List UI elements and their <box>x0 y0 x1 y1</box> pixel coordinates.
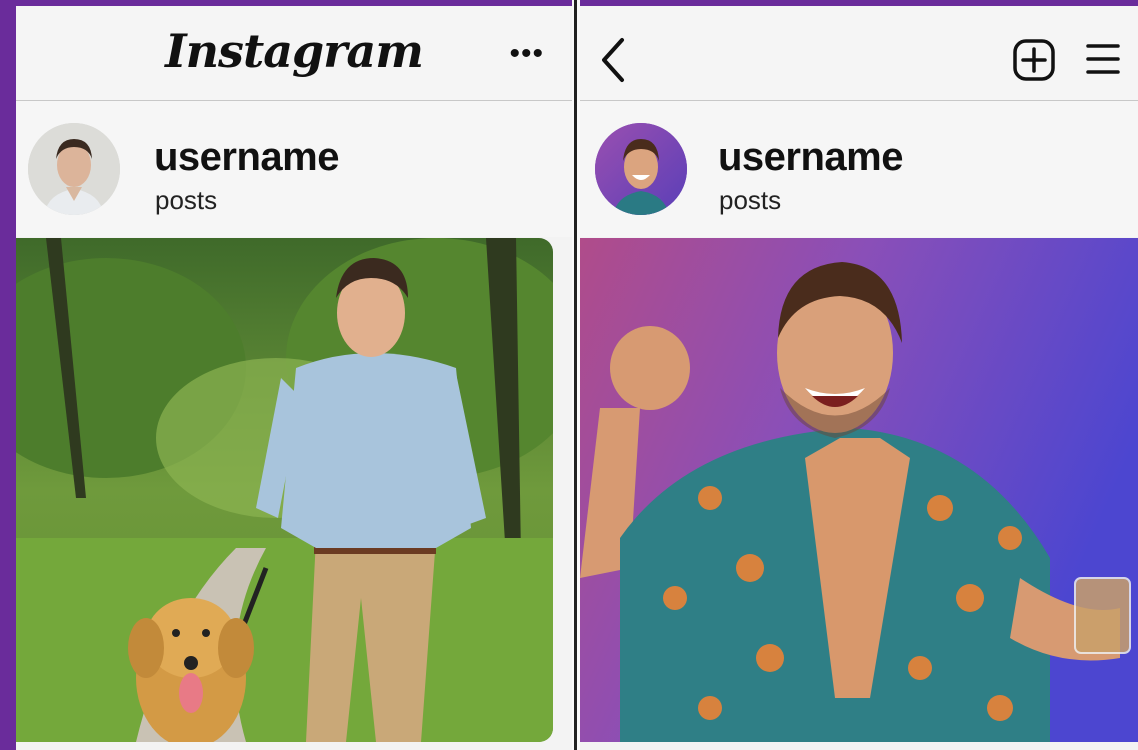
right-profile-panel: username posts <box>580 6 1138 750</box>
instagram-logo: Instagram <box>165 24 424 78</box>
hamburger-menu-icon[interactable] <box>1086 40 1120 78</box>
left-profile-panel: Instagram ••• username posts <box>16 6 572 750</box>
more-horizontal-icon[interactable]: ••• <box>509 39 544 69</box>
post-image[interactable] <box>580 238 1138 742</box>
post-image[interactable] <box>16 238 553 742</box>
avatar[interactable] <box>28 123 120 215</box>
profile-header: username posts <box>580 101 1138 237</box>
username[interactable]: username <box>154 135 339 180</box>
chevron-left-icon[interactable] <box>598 36 628 84</box>
profile-header: username posts <box>16 101 572 237</box>
profile-subtitle: posts <box>155 185 218 215</box>
top-bar: Instagram ••• <box>16 6 572 101</box>
username[interactable]: username <box>718 135 903 180</box>
avatar[interactable] <box>595 123 687 215</box>
plus-square-icon[interactable] <box>1012 38 1056 82</box>
top-bar <box>580 6 1138 101</box>
profile-subtitle: posts <box>719 185 782 215</box>
panel-divider <box>572 0 580 750</box>
